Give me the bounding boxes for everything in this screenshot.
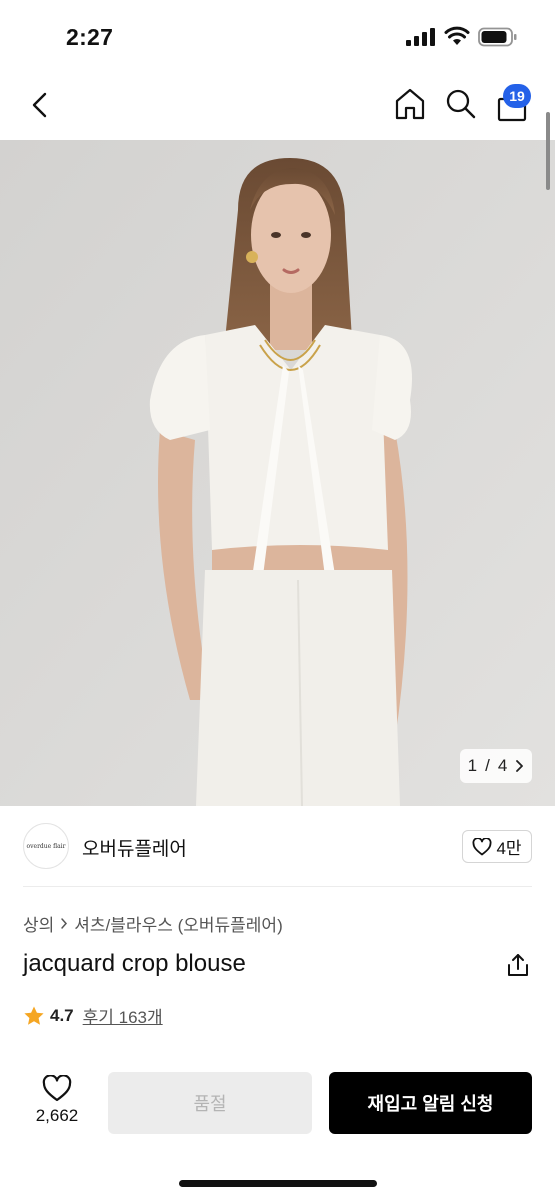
restock-alert-button[interactable]: 재입고 알림 신청 <box>329 1072 532 1134</box>
star-icon <box>24 1006 44 1025</box>
image-counter-separator: / <box>485 756 490 775</box>
brand-logo[interactable]: overdue flair <box>23 823 69 869</box>
brand-name[interactable]: 오버듀플레어 <box>82 834 187 861</box>
top-nav-bar <box>0 70 555 140</box>
back-arrow-icon[interactable] <box>26 90 56 120</box>
image-counter-total: 4 <box>497 756 508 775</box>
status-bar: 2:27 <box>0 0 555 70</box>
home-indicator[interactable] <box>179 1180 377 1187</box>
rating-score: 4.7 <box>50 1005 74 1025</box>
wifi-icon <box>444 26 470 45</box>
wishlist-button[interactable]: 2,662 <box>26 1073 88 1133</box>
home-icon[interactable] <box>394 87 426 121</box>
heart-outline-icon <box>42 1075 72 1102</box>
image-counter-button[interactable]: 1 / 4 <box>460 749 532 783</box>
product-image[interactable] <box>0 140 555 806</box>
breadcrumb-category[interactable]: 상의 <box>23 911 54 936</box>
brand-row[interactable]: overdue flair 오버듀플레어 4만 <box>0 806 555 886</box>
page-scrollbar[interactable] <box>546 112 550 190</box>
sold-out-button[interactable]: 품절 <box>108 1072 312 1134</box>
battery-icon <box>478 27 517 47</box>
wishlist-count: 2,662 <box>35 1106 79 1125</box>
model-photo-illustration <box>0 140 555 806</box>
brand-like-count: 4만 <box>496 839 522 858</box>
cellular-signal-icon <box>406 28 435 46</box>
status-time: 2:27 <box>66 24 114 50</box>
brand-logo-text: overdue flair <box>26 842 66 850</box>
chevron-right-icon <box>61 918 68 929</box>
reviews-link[interactable]: 후기 163개 <box>83 1003 163 1028</box>
rating-row: 4.7 후기 163개 <box>23 1003 163 1028</box>
breadcrumb-subcategory[interactable]: 셔츠/블라우스 (오버듀플레어) <box>74 911 282 936</box>
product-title: jacquard crop blouse <box>23 950 246 977</box>
breadcrumb: 상의 셔츠/블라우스 (오버듀플레어) <box>23 911 283 936</box>
chevron-right-icon <box>516 760 524 772</box>
brand-like-button[interactable]: 4만 <box>462 830 532 863</box>
cart-count-badge: 19 <box>503 84 531 108</box>
heart-outline-icon <box>472 837 492 855</box>
image-counter-current: 1 <box>467 756 478 775</box>
divider <box>23 886 532 887</box>
search-icon[interactable] <box>445 88 477 120</box>
share-icon[interactable] <box>505 952 531 978</box>
